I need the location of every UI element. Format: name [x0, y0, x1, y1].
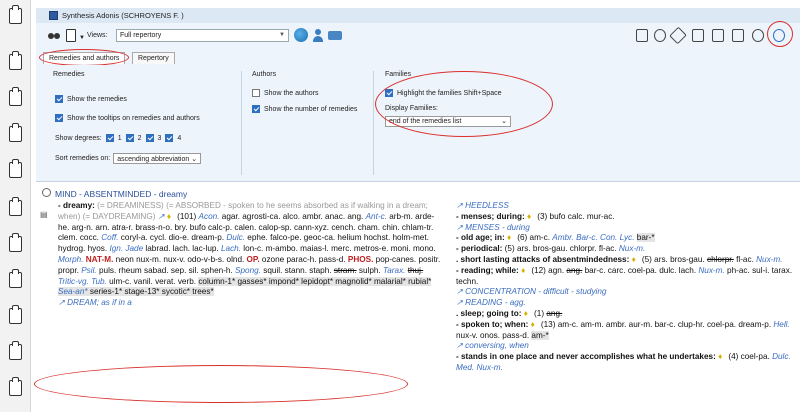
degree-3-option[interactable]: 3 — [145, 134, 162, 142]
views-value: Full repertory — [120, 32, 162, 39]
cross-reference[interactable]: ↗ conversing, when — [456, 341, 800, 352]
tab-repertory[interactable]: Repertory — [132, 52, 175, 64]
show-degrees-row: Show degrees: 1 2 3 4 — [55, 134, 185, 142]
sort-label: Sort remedies on: — [55, 155, 111, 162]
degree-label: 2 — [137, 134, 142, 142]
option-label: Show the authors — [264, 89, 319, 97]
cross-reference[interactable]: ↗ CONCENTRATION - difficult - studying — [456, 287, 800, 298]
checkbox[interactable] — [165, 134, 174, 142]
divider — [241, 71, 242, 175]
clipboard-icon[interactable] — [636, 29, 648, 42]
annotation-circle — [375, 71, 553, 137]
checkbox[interactable] — [105, 134, 114, 142]
checkbox[interactable] — [145, 134, 154, 142]
chevron-down-icon: ▼ — [279, 32, 285, 38]
cross-reference[interactable]: ↗ DREAM; as if in a — [58, 298, 442, 309]
sort-row: Sort remedies on: ascending abbreviation… — [55, 153, 202, 164]
cross-reference[interactable]: ↗ HEEDLESS — [456, 201, 800, 212]
document-icon[interactable] — [66, 29, 76, 42]
subrubric[interactable]: - old age; in: ♦ (6) am-c. Ambr. Bar-c. … — [456, 233, 800, 244]
families-group-title: Families — [385, 71, 412, 78]
clipboard-icon[interactable] — [9, 87, 22, 106]
rubric-icon — [42, 188, 51, 197]
subrubric[interactable]: - reading; while: ♦ (12) agn. ang. bar-c… — [456, 266, 800, 288]
repertory-window: Synthesis Adonis (SCHROYENS F. ) ▼ Views… — [34, 0, 800, 412]
rubric-header: MIND - ABSENTMINDED - dreamy — [36, 186, 800, 202]
rubric-content-right: ↗ HEEDLESS - menses; during: ♦ (3) bufo … — [456, 201, 800, 412]
degree-label: 3 — [157, 134, 162, 142]
subrubric[interactable]: - periodical: (5) ars. bros-gau. chlorpr… — [456, 244, 800, 255]
camera-icon[interactable] — [328, 31, 342, 40]
option-label: Show the remedies — [67, 95, 127, 103]
tag-icon[interactable] — [669, 26, 687, 45]
option-label: Show the number of remedies — [264, 105, 358, 113]
clipboard-icon[interactable] — [9, 233, 22, 252]
annotation-circle — [39, 49, 129, 66]
list-icon[interactable] — [692, 29, 704, 42]
cross-reference[interactable]: ↗ READING - agg. — [456, 298, 800, 309]
clipboard-icon[interactable] — [9, 377, 22, 396]
clipboard-icon[interactable] — [9, 341, 22, 360]
sort-select[interactable]: ascending abbreviation ⌄ — [113, 153, 202, 164]
annotation-circle — [767, 21, 793, 47]
show-remedies-option[interactable]: Show the remedies — [55, 95, 127, 103]
folder-icon[interactable] — [732, 29, 744, 42]
left-sidebar — [0, 0, 31, 412]
degree-1-option[interactable]: 1 — [105, 134, 122, 142]
chevron-down-icon[interactable]: ▼ — [79, 35, 85, 41]
user-icon[interactable] — [654, 29, 666, 42]
views-select[interactable]: Full repertory ▼ — [116, 29, 289, 42]
subrubric[interactable]: . sleep; going to: ♦ (1) ang. — [456, 309, 800, 320]
show-tooltips-option[interactable]: Show the tooltips on remedies and author… — [55, 114, 200, 122]
window-title: Synthesis Adonis (SCHROYENS F. ) — [62, 11, 184, 20]
checkbox[interactable] — [252, 89, 260, 97]
show-authors-option[interactable]: Show the authors — [252, 89, 318, 97]
divider — [373, 71, 374, 175]
cross-reference[interactable]: ↗ MENSES - during — [456, 223, 800, 234]
clipboard-icon[interactable] — [9, 123, 22, 142]
checkbox[interactable] — [252, 105, 260, 113]
print-icon[interactable] — [712, 29, 724, 42]
clipboard-icon[interactable] — [9, 269, 22, 288]
degrees-label: Show degrees: — [55, 134, 102, 142]
show-number-option[interactable]: Show the number of remedies — [252, 105, 357, 113]
checkbox[interactable] — [125, 134, 134, 142]
views-label: Views: — [87, 32, 108, 39]
person-icon[interactable] — [312, 29, 324, 42]
degree-label: 1 — [117, 134, 122, 142]
clipboard-icon[interactable] — [9, 51, 22, 70]
degree-label: 4 — [177, 134, 182, 142]
annotation-circle — [34, 365, 408, 403]
clipboard-icon[interactable] — [9, 305, 22, 324]
title-bar: Synthesis Adonis (SCHROYENS F. ) — [36, 8, 800, 23]
tab-strip: Remedies and authors Repertory — [36, 48, 800, 66]
options-panel: Remedies Show the remedies Show the tool… — [36, 65, 800, 182]
checkbox[interactable] — [55, 95, 63, 103]
option-label: Show the tooltips on remedies and author… — [67, 114, 200, 122]
toolbar: ▼ Views: Full repertory ▼ — [36, 21, 800, 48]
clipboard-icon[interactable] — [9, 197, 22, 216]
book-icon[interactable] — [752, 29, 764, 42]
book-icon — [49, 11, 58, 20]
subrubric[interactable]: - stands in one place and never accompli… — [456, 352, 800, 374]
rubric-text: - dreamy: (= DREAMINESS) (= ABSORBED - s… — [58, 201, 441, 297]
subrubric[interactable]: - menses; during: ♦ (3) bufo calc. mur-a… — [456, 212, 800, 223]
globe-icon[interactable] — [294, 28, 308, 42]
checkbox[interactable] — [55, 114, 63, 122]
subrubric[interactable]: - spoken to; when: ♦ (13) am-c. am-m. am… — [456, 320, 800, 342]
subrubric[interactable]: . short lasting attacks of absentmindedn… — [456, 255, 800, 266]
expand-icon[interactable]: ▤ — [40, 210, 48, 219]
binoculars-icon[interactable] — [48, 31, 60, 40]
degree-2-option[interactable]: 2 — [125, 134, 142, 142]
authors-group-title: Authors — [252, 71, 277, 78]
clipboard-icon[interactable] — [9, 5, 22, 24]
degree-4-option[interactable]: 4 — [165, 134, 181, 142]
app-root: Synthesis Adonis (SCHROYENS F. ) ▼ Views… — [0, 0, 800, 412]
remedies-group-title: Remedies — [53, 71, 85, 78]
sort-value: ascending abbreviation — [117, 156, 190, 163]
rubric-title: MIND - ABSENTMINDED - dreamy — [55, 189, 188, 199]
clipboard-icon[interactable] — [9, 159, 22, 178]
